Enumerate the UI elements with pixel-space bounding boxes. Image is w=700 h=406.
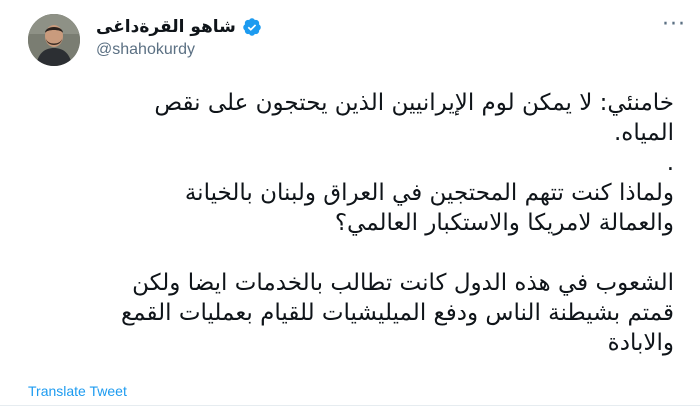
tweet-text: خامنئي: لا يمكن لوم الإيرانيين الذين يحت…	[22, 88, 674, 358]
tweet-author: شاهو القرةداغى @shahokurdy	[96, 17, 262, 59]
tweet-text-line: المياه.	[613, 120, 674, 146]
display-name[interactable]: شاهو القرةداغى	[96, 17, 236, 37]
user-handle[interactable]: @shahokurdy	[96, 41, 262, 59]
verified-badge-icon	[242, 17, 262, 37]
tweet-text-line: .	[666, 150, 674, 176]
tweet-text-line: الشعوب في هذه الدول كانت تطالب بالخدمات …	[132, 270, 674, 296]
tweet-text-line: خامنئي: لا يمكن لوم الإيرانيين الذين يحت…	[154, 90, 674, 116]
tweet-text-line: والعمالة لامريكا والاستكبار العالمي؟	[334, 210, 674, 236]
avatar-image	[28, 14, 80, 66]
tweet-card: ··· شاهو القرةداغى @shahokurdy خامنئي: ل…	[0, 0, 700, 406]
avatar[interactable]	[28, 14, 80, 66]
tweet-text-line: والابادة	[607, 330, 674, 356]
translate-tweet-link[interactable]: Translate Tweet	[28, 383, 127, 399]
more-options-icon[interactable]: ···	[662, 14, 686, 36]
tweet-text-blank-line	[22, 238, 674, 268]
tweet-text-line: ولماذا كنت تتهم المحتجين في العراق ولبنا…	[184, 180, 674, 206]
tweet-text-line: قمتم بشيطنة الناس ودفع الميليشيات للقيام…	[120, 300, 674, 326]
